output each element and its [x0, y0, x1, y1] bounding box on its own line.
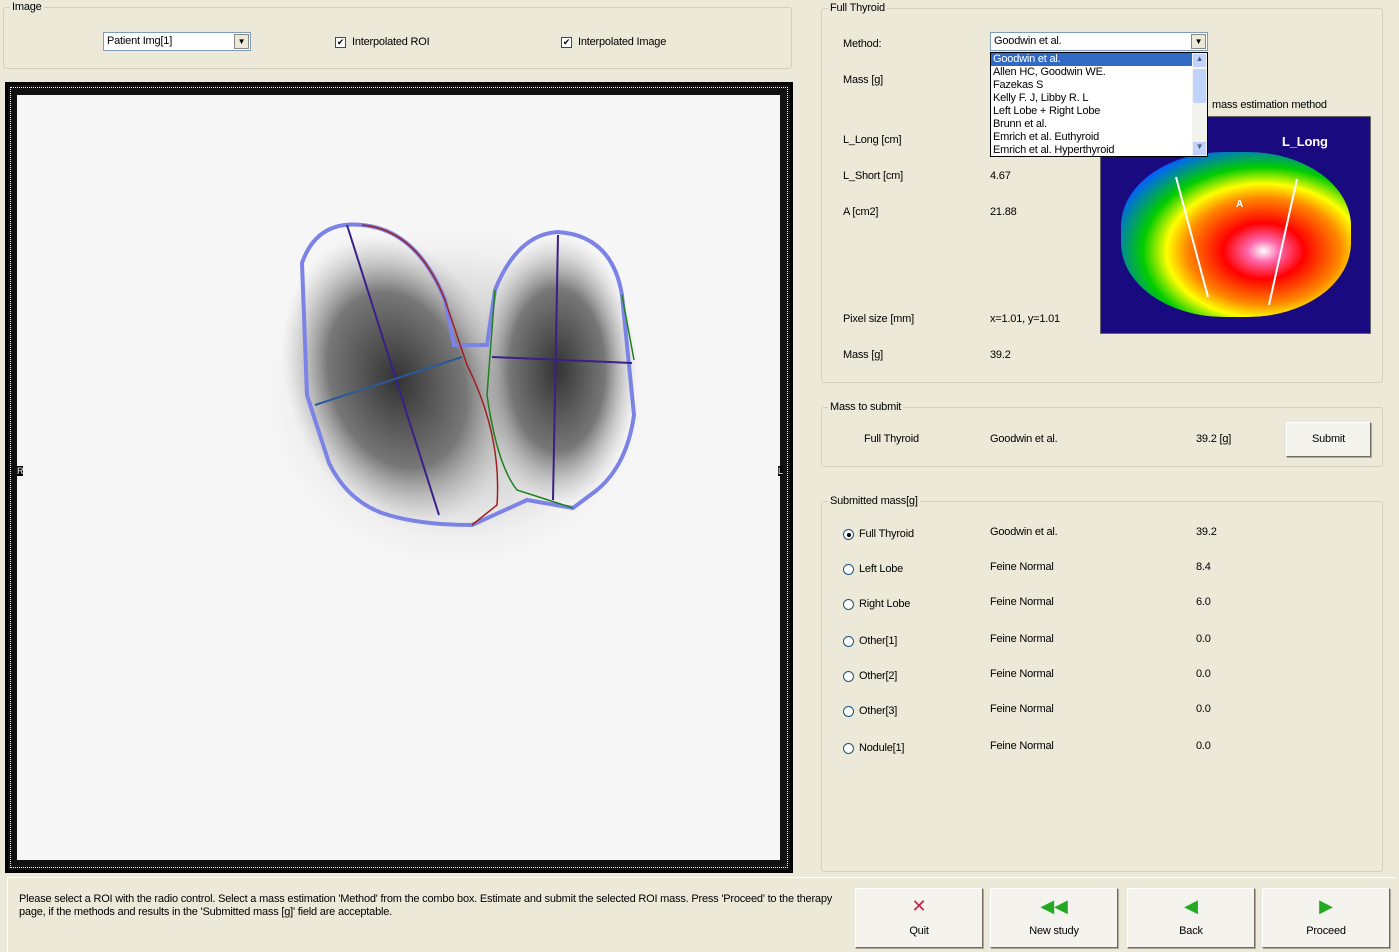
arrow-left-icon: ◀: [1184, 896, 1198, 916]
image-viewer[interactable]: R L: [5, 82, 793, 873]
roi-method: Feine Normal: [990, 596, 1054, 608]
quit-button[interactable]: ✕ Quit: [855, 888, 983, 948]
roi-mass: 8.4: [1196, 561, 1211, 573]
roi-method: Feine Normal: [990, 561, 1054, 573]
roi-mass: 0.0: [1196, 703, 1211, 715]
method-combo[interactable]: Goodwin et al. ▼: [990, 32, 1208, 51]
quit-label: Quit: [909, 925, 929, 937]
interpolated-image-checkbox[interactable]: ✔: [561, 37, 572, 48]
method-option[interactable]: Goodwin et al.: [991, 53, 1193, 66]
proceed-label: Proceed: [1306, 925, 1346, 937]
method-option[interactable]: Emrich et al. Hyperthyroid: [991, 144, 1193, 157]
roi-mass: 0.0: [1196, 740, 1211, 752]
roi-radio[interactable]: [843, 529, 854, 540]
method-option[interactable]: Brunn et al.: [991, 118, 1193, 131]
scroll-thumb[interactable]: [1193, 69, 1206, 103]
roi-method: Feine Normal: [990, 668, 1054, 680]
roi-mass: 6.0: [1196, 596, 1211, 608]
pixel-size-label: Pixel size [mm]: [843, 313, 914, 325]
roi-method: Feine Normal: [990, 740, 1054, 752]
submit-roi: Full Thyroid: [864, 433, 919, 445]
roi-method: Goodwin et al.: [990, 526, 1058, 538]
l-short-value: 4.67: [990, 170, 1011, 182]
scroll-up-icon[interactable]: ▲: [1193, 54, 1206, 67]
l-long-label: L_Long [cm]: [843, 134, 902, 146]
submit-mass: 39.2 [g]: [1196, 433, 1232, 445]
method-option[interactable]: Left Lobe + Right Lobe: [991, 105, 1193, 118]
roi-mass: 0.0: [1196, 668, 1211, 680]
chevron-down-icon[interactable]: ▼: [1191, 34, 1206, 49]
roi-label: Left Lobe: [859, 563, 904, 575]
close-icon: ✕: [911, 896, 927, 916]
roi-radio[interactable]: [843, 671, 854, 682]
new-study-button[interactable]: ◀◀ New study: [990, 888, 1118, 948]
area-label: A [cm2]: [843, 206, 879, 218]
mass-to-submit-title: Mass to submit: [828, 401, 904, 413]
scroll-down-icon[interactable]: ▼: [1193, 142, 1206, 155]
interpolated-roi-checkbox[interactable]: ✔: [335, 37, 346, 48]
chevron-down-icon[interactable]: ▼: [234, 34, 249, 49]
scintigraphy-image[interactable]: [17, 95, 780, 860]
roi-label: Other[2]: [859, 670, 898, 682]
proceed-button[interactable]: ▶ Proceed: [1262, 888, 1390, 948]
roi-radio[interactable]: [843, 636, 854, 647]
roi-radio[interactable]: [843, 743, 854, 754]
roi-overlay[interactable]: [17, 95, 780, 860]
roi-method: Feine Normal: [990, 633, 1054, 645]
new-study-label: New study: [1029, 925, 1079, 937]
image-group-title: Image: [10, 1, 44, 13]
method-option[interactable]: Emrich et al. Euthyroid: [991, 131, 1193, 144]
roi-label: Full Thyroid: [859, 528, 914, 540]
dropdown-scrollbar[interactable]: ▲ ▼: [1192, 53, 1207, 156]
image-select[interactable]: Patient Img[1] ▼: [103, 32, 251, 51]
back-button[interactable]: ◀ Back: [1127, 888, 1255, 948]
marker-l: L: [778, 466, 783, 476]
submit-method: Goodwin et al.: [990, 433, 1058, 445]
method-option[interactable]: Allen HC, Goodwin WE.: [991, 66, 1193, 79]
illustration-a: A: [1236, 199, 1244, 210]
mass-label: Mass [g]: [843, 74, 883, 86]
method-option[interactable]: Kelly F. J, Libby R. L: [991, 92, 1193, 105]
roi-mass: 0.0: [1196, 633, 1211, 645]
l-short-label: L_Short [cm]: [843, 170, 903, 182]
full-thyroid-title: Full Thyroid: [828, 2, 887, 14]
submit-button[interactable]: Submit: [1286, 422, 1371, 457]
submitted-mass-group: Submitted mass[g]: [821, 495, 1383, 872]
mass-result-value: 39.2: [990, 349, 1011, 361]
roi-label: Other[3]: [859, 705, 898, 717]
marker-r: R: [17, 466, 24, 476]
pixel-size-value: x=1.01, y=1.01: [990, 313, 1060, 325]
method-dropdown-list[interactable]: Goodwin et al. Allen HC, Goodwin WE. Faz…: [990, 52, 1208, 157]
image-select-value: Patient Img[1]: [107, 35, 173, 47]
method-label: Method:: [843, 38, 882, 50]
mass-result-label: Mass [g]: [843, 349, 883, 361]
illustration-l-long: L_Long: [1282, 134, 1328, 149]
arrow-right-icon: ▶: [1319, 896, 1333, 916]
roi-label: Other[1]: [859, 635, 898, 647]
method-combo-value: Goodwin et al.: [994, 35, 1062, 47]
roi-radio[interactable]: [843, 564, 854, 575]
roi-radio[interactable]: [843, 706, 854, 717]
interpolated-image-label: Interpolated Image: [578, 36, 667, 48]
roi-method: Feine Normal: [990, 703, 1054, 715]
rewind-icon: ◀◀: [1040, 896, 1068, 916]
roi-label: Right Lobe: [859, 598, 911, 610]
instructions-text: Please select a ROI with the radio contr…: [19, 893, 833, 918]
interpolated-roi-label: Interpolated ROI: [352, 36, 430, 48]
illustration-caption: mass estimation method: [1212, 99, 1327, 111]
back-label: Back: [1179, 925, 1203, 937]
area-value: 21.88: [990, 206, 1017, 218]
roi-radio[interactable]: [843, 599, 854, 610]
submitted-mass-title: Submitted mass[g]: [828, 495, 920, 507]
roi-mass: 39.2: [1196, 526, 1217, 538]
method-option[interactable]: Fazekas S: [991, 79, 1193, 92]
roi-label: Nodule[1]: [859, 742, 905, 754]
